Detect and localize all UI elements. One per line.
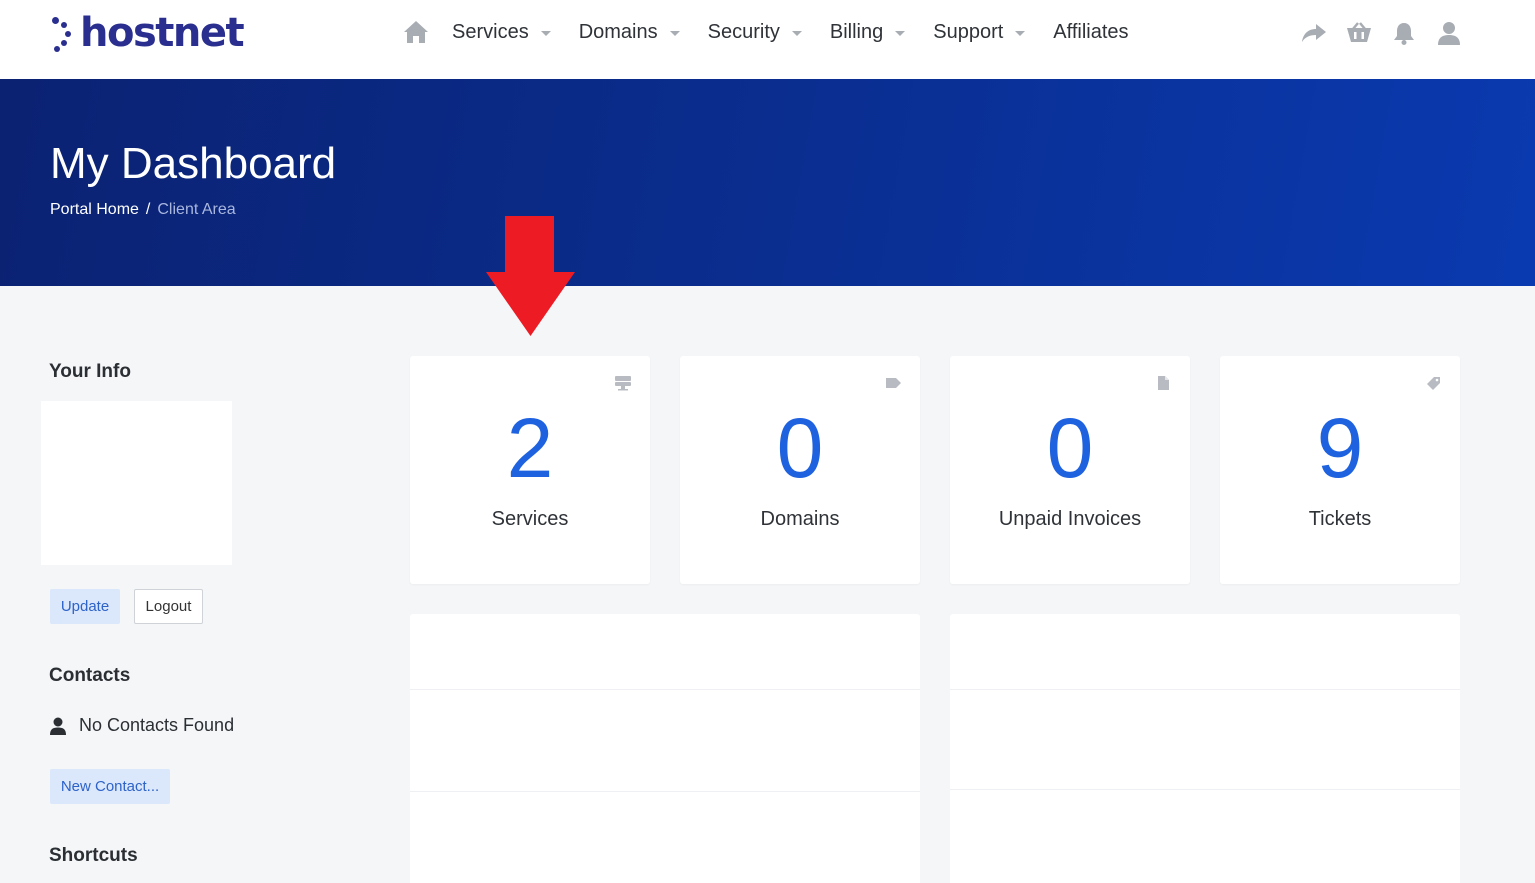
stat-card-tickets[interactable]: 9 Tickets [1220,356,1460,584]
breadcrumb-portal-home[interactable]: Portal Home [50,201,139,219]
brand-logo[interactable]: hostnet [50,10,245,56]
stat-value: 9 [1316,401,1364,495]
stat-card-services[interactable]: 2 Services [410,356,650,584]
breadcrumb-current: Client Area [157,201,236,218]
panel-divider [950,789,1460,790]
stat-label: Services [491,508,569,530]
bell-icon[interactable] [1388,17,1420,49]
home-icon[interactable] [402,18,430,46]
stat-label: Unpaid Invoices [998,508,1142,530]
nav-security-label: Security [707,20,780,43]
stat-card-unpaid-invoices[interactable]: 0 Unpaid Invoices [950,356,1190,584]
stat-value: 0 [776,401,824,495]
nav-services-label: Services [452,20,529,43]
page-title: My Dashboard [50,139,337,188]
nav-utility-icons [1298,16,1478,50]
stat-label: Tickets [1308,508,1372,530]
nav-billing[interactable]: Billing [829,20,906,44]
breadcrumb-separator: / [145,201,151,218]
nav-billing-label: Billing [829,20,884,43]
caret-down-icon [791,30,802,36]
user-icon[interactable] [1433,17,1465,49]
contacts-heading: Contacts [49,665,131,686]
nav-services[interactable]: Services [452,21,551,44]
main-nav: Services Domains Security Billing Suppor… [402,15,1157,49]
caret-down-icon [669,30,680,36]
stat-card-domains[interactable]: 0 Domains [680,356,920,584]
server-icon [615,376,631,391]
panel-divider [410,791,920,792]
no-contacts-text: No Contacts Found [79,715,235,735]
new-contact-button[interactable]: New Contact... [50,769,170,804]
nav-support-label: Support [933,20,1004,43]
caret-down-icon [895,30,906,36]
shortcuts-heading: Shortcuts [49,845,138,866]
nav-affiliates-label: Affiliates [1053,20,1129,43]
logout-button[interactable]: Logout [134,589,203,624]
breadcrumb: Portal Home / Client Area [50,201,236,219]
nav-affiliates[interactable]: Affiliates [1053,21,1128,44]
cart-icon[interactable] [1343,17,1375,49]
no-contacts-row: No Contacts Found [50,715,234,736]
ticket-icon [1427,377,1440,390]
nav-support[interactable]: Support [933,20,1026,44]
stat-value: 0 [1046,401,1094,495]
your-info-heading: Your Info [49,361,131,382]
share-icon[interactable] [1298,17,1330,49]
logo-dots-icon [50,13,78,53]
nav-domains-label: Domains [578,20,658,43]
stat-value: 2 [506,401,554,495]
document-icon [1158,376,1169,390]
dashboard-panel-left [410,614,920,883]
stat-label: Domains [760,508,840,530]
red-arrow-annotation-icon [486,216,575,336]
panel-divider [950,689,1460,690]
tag-icon [886,378,901,388]
person-icon [50,717,66,735]
caret-down-icon [1015,30,1026,36]
nav-domains[interactable]: Domains [579,21,680,44]
top-navbar: hostnet Services Domains Security Billin… [0,0,1535,79]
update-button[interactable]: Update [50,589,120,624]
caret-down-icon [540,30,551,36]
panel-divider [410,689,920,690]
client-info-box [41,401,232,565]
page-header-banner: My Dashboard Portal Home / Client Area [0,79,1535,286]
brand-name: hostnet [80,10,245,56]
nav-security[interactable]: Security [708,21,802,44]
dashboard-panel-right [950,614,1460,883]
